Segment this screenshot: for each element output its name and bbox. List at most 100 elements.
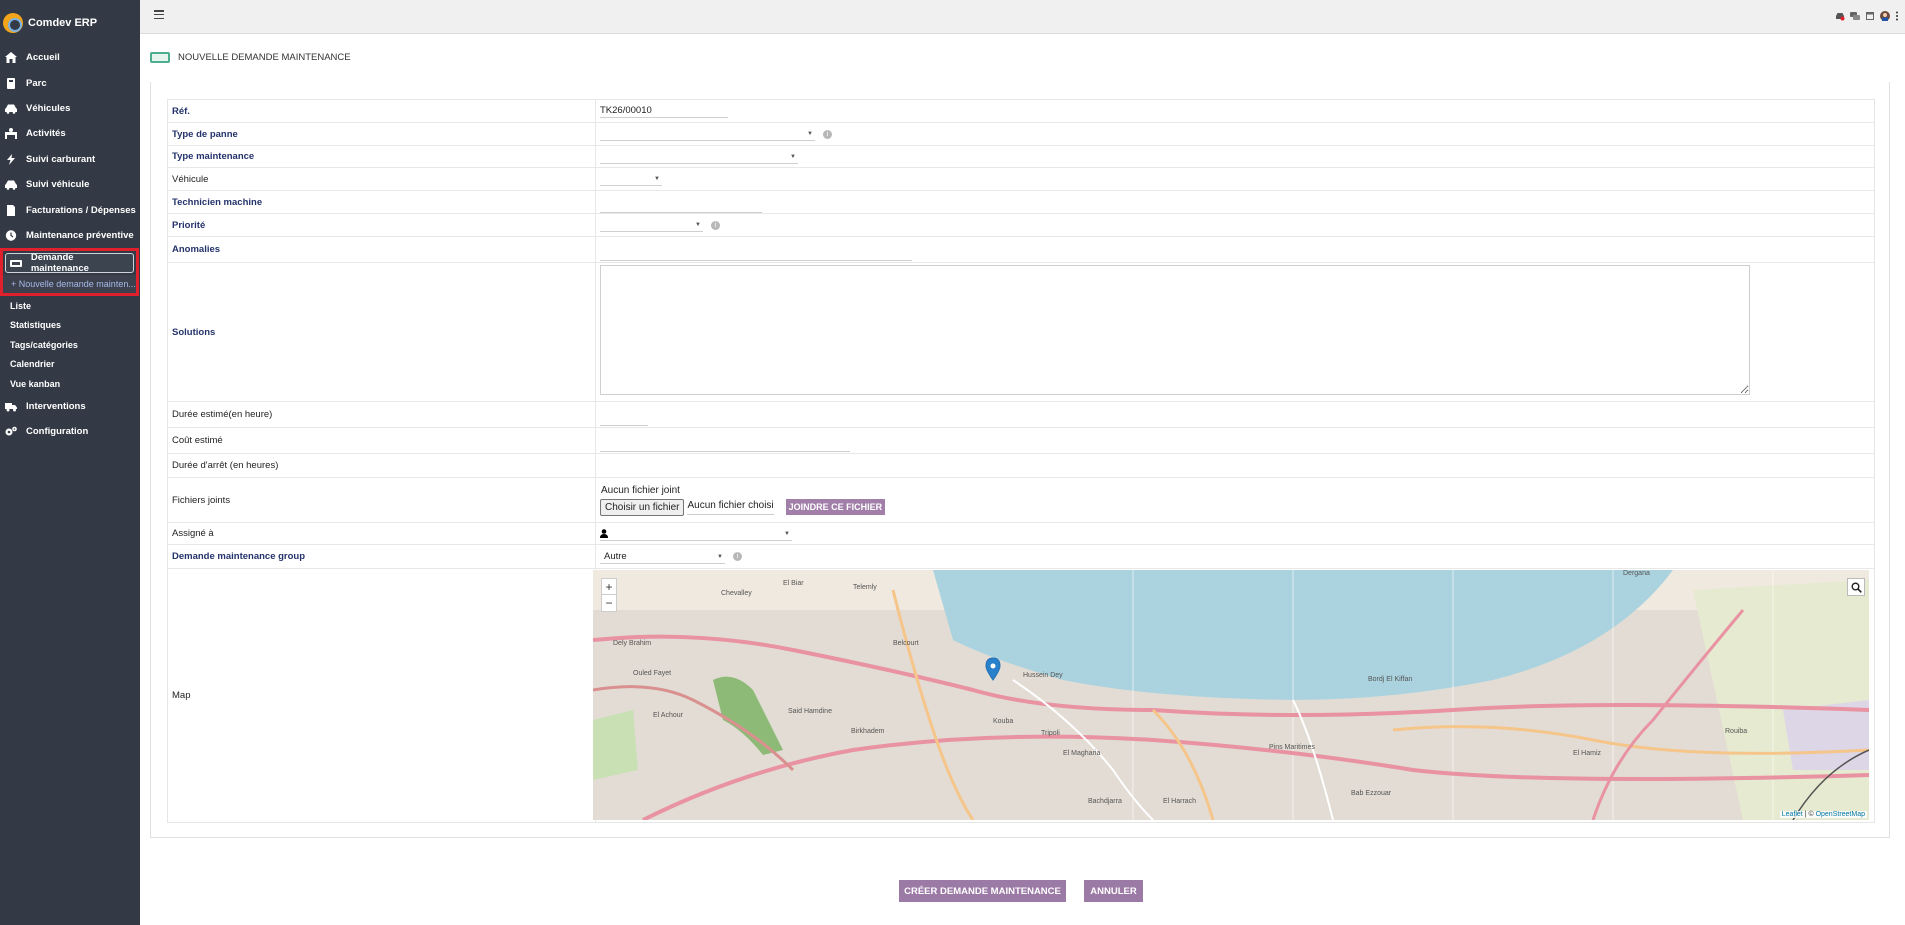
map-place-label: El Harrach bbox=[1163, 798, 1197, 805]
menu-toggle-icon[interactable] bbox=[154, 10, 164, 20]
form-row-priorite: Priorité ▼ i bbox=[168, 214, 1874, 237]
form-row-fichiers: Fichiers joints Aucun fichier joint Choi… bbox=[168, 478, 1874, 523]
create-request-button[interactable]: CRÉER DEMANDE MAINTENANCE bbox=[899, 880, 1066, 902]
sidebar-item-suivi-vehicule[interactable]: Suivi véhicule bbox=[0, 172, 140, 197]
location-map[interactable]: Chevalley El Biar Telemly Belcourt Husse… bbox=[593, 570, 1869, 820]
more-vertical-icon[interactable] bbox=[1895, 11, 1899, 21]
cout-label: Coût estimé bbox=[168, 428, 596, 453]
vehicule-label: Véhicule bbox=[168, 168, 596, 190]
calendar-icon[interactable] bbox=[1865, 11, 1875, 21]
parc-icon bbox=[4, 77, 18, 89]
car-icon bbox=[4, 179, 18, 190]
car-icon bbox=[4, 103, 18, 114]
sidebar-item-facturations[interactable]: Facturations / Dépenses bbox=[0, 197, 140, 222]
map-place-label: El Magharia bbox=[1063, 750, 1101, 757]
form-row-map: Map Chevalley El Biar Telemly Belcourt H… bbox=[168, 569, 1874, 822]
form-row-cout: Coût estimé bbox=[168, 428, 1874, 454]
sidebar-item-configuration[interactable]: Configuration bbox=[0, 419, 140, 444]
app-name: Comdev ERP bbox=[28, 16, 98, 29]
sidebar-item-label: Configuration bbox=[26, 426, 89, 438]
group-select[interactable]: Autre ▼ bbox=[600, 550, 725, 564]
map-zoom-control: + − bbox=[601, 578, 617, 612]
technicien-field bbox=[596, 191, 1874, 213]
sidebar-subitem-statistiques[interactable]: Statistiques bbox=[0, 316, 140, 336]
ref-input[interactable]: TK26/00010 bbox=[600, 104, 728, 118]
anomalies-field bbox=[596, 237, 1874, 262]
duree-label: Durée estimé(en heure) bbox=[168, 402, 596, 427]
choose-file-button[interactable]: Choisir un fichier bbox=[600, 498, 685, 516]
solutions-textarea[interactable] bbox=[600, 265, 1750, 395]
cancel-button[interactable]: ANNULER bbox=[1084, 880, 1143, 902]
chevron-down-icon: ▼ bbox=[695, 222, 701, 228]
anomalies-input[interactable] bbox=[600, 247, 912, 261]
priorite-select[interactable]: ▼ bbox=[600, 218, 703, 232]
maintenance-request-form: Réf. TK26/00010 Type de panne ▼ i Type m… bbox=[167, 99, 1875, 823]
zoom-out-button[interactable]: − bbox=[602, 595, 616, 611]
sidebar-item-maintenance-preventive[interactable]: Maintenance préventive bbox=[0, 223, 140, 248]
chevron-down-icon: ▼ bbox=[654, 176, 660, 182]
attach-file-button[interactable]: JOINDRE CE FICHIER bbox=[785, 499, 886, 515]
form-row-solutions: Solutions bbox=[168, 263, 1874, 402]
sidebar-item-demande-maintenance[interactable]: Demande maintenance bbox=[5, 252, 134, 274]
map-place-label: El Biar bbox=[783, 580, 804, 587]
vehicule-field: ▼ bbox=[596, 168, 1874, 190]
info-icon[interactable]: i bbox=[733, 552, 742, 561]
car-alert-icon[interactable] bbox=[1835, 11, 1845, 21]
map-place-label: Bab Ezzouar bbox=[1351, 790, 1392, 797]
type-panne-select[interactable]: ▼ bbox=[600, 127, 815, 141]
osm-link[interactable]: OpenStreetMap bbox=[1816, 811, 1865, 818]
map-place-label: Kouba bbox=[993, 718, 1014, 725]
sidebar-subitem-kanban[interactable]: Vue kanban bbox=[0, 374, 140, 394]
no-file-chosen-text: Aucun fichier choisi bbox=[687, 500, 774, 515]
clock-icon bbox=[4, 230, 18, 241]
sidebar-item-accueil[interactable]: Accueil bbox=[0, 45, 140, 70]
assigne-label: Assigné à bbox=[168, 523, 596, 544]
chevron-down-icon: ▼ bbox=[807, 131, 813, 137]
sidebar-item-suivi-carburant[interactable]: Suivi carburant bbox=[0, 147, 140, 172]
zoom-in-button[interactable]: + bbox=[602, 579, 616, 595]
form-row-duree-arret: Durée d'arrêt (en heures) bbox=[168, 454, 1874, 478]
assigne-select[interactable]: ▼ bbox=[600, 527, 792, 541]
technicien-input[interactable] bbox=[600, 199, 762, 213]
sidebar-item-vehicules[interactable]: Véhicules bbox=[0, 96, 140, 121]
user-avatar-icon[interactable] bbox=[1880, 11, 1890, 21]
vehicule-select[interactable]: ▼ bbox=[600, 172, 662, 186]
cout-input[interactable] bbox=[600, 438, 850, 452]
type-maintenance-select[interactable]: ▼ bbox=[600, 150, 798, 164]
sidebar-subitem-liste[interactable]: Liste bbox=[0, 296, 140, 316]
map-place-label: Said Hamdine bbox=[788, 708, 832, 715]
cogs-icon bbox=[4, 426, 18, 437]
chat-icon[interactable] bbox=[1850, 11, 1860, 21]
duree-input[interactable] bbox=[600, 412, 648, 426]
leaflet-link[interactable]: Leaflet bbox=[1782, 811, 1803, 818]
fichiers-label: Fichiers joints bbox=[168, 478, 596, 522]
sidebar-subitem-nouvelle-demande[interactable]: + Nouvelle demande mainten... bbox=[3, 275, 136, 294]
map-place-label: Tripoli bbox=[1041, 730, 1060, 737]
ticket-icon bbox=[9, 258, 23, 269]
map-place-label: El Achour bbox=[653, 712, 683, 719]
info-icon[interactable]: i bbox=[823, 129, 832, 139]
form-row-ref: Réf. TK26/00010 bbox=[168, 100, 1874, 123]
sidebar-item-interventions[interactable]: Interventions bbox=[0, 394, 140, 419]
map-search-button[interactable] bbox=[1847, 578, 1865, 596]
info-icon[interactable]: i bbox=[711, 220, 720, 230]
sidebar-item-activites[interactable]: Activités bbox=[0, 121, 140, 146]
no-attachment-text: Aucun fichier joint bbox=[601, 484, 680, 496]
sidebar-item-parc[interactable]: Parc bbox=[0, 70, 140, 95]
form-row-vehicule: Véhicule ▼ bbox=[168, 168, 1874, 191]
bolt-icon bbox=[4, 153, 18, 165]
brand-logo-icon bbox=[3, 12, 23, 33]
solutions-label: Solutions bbox=[168, 263, 596, 401]
type-maintenance-label: Type maintenance bbox=[168, 146, 596, 167]
brand[interactable]: Comdev ERP bbox=[0, 0, 140, 45]
sidebar-subitem-tags[interactable]: Tags/catégories bbox=[0, 335, 140, 355]
duree-arret-field bbox=[596, 454, 1874, 477]
topbar-icons bbox=[1835, 11, 1899, 21]
ref-field: TK26/00010 bbox=[596, 100, 1874, 122]
sidebar-item-label: Véhicules bbox=[26, 102, 71, 114]
sidebar-subitem-calendrier[interactable]: Calendrier bbox=[0, 355, 140, 375]
sidebar-item-label: Suivi carburant bbox=[26, 153, 96, 165]
priorite-field: ▼ i bbox=[596, 214, 1874, 236]
topbar bbox=[140, 0, 1905, 34]
solutions-field bbox=[596, 263, 1874, 401]
